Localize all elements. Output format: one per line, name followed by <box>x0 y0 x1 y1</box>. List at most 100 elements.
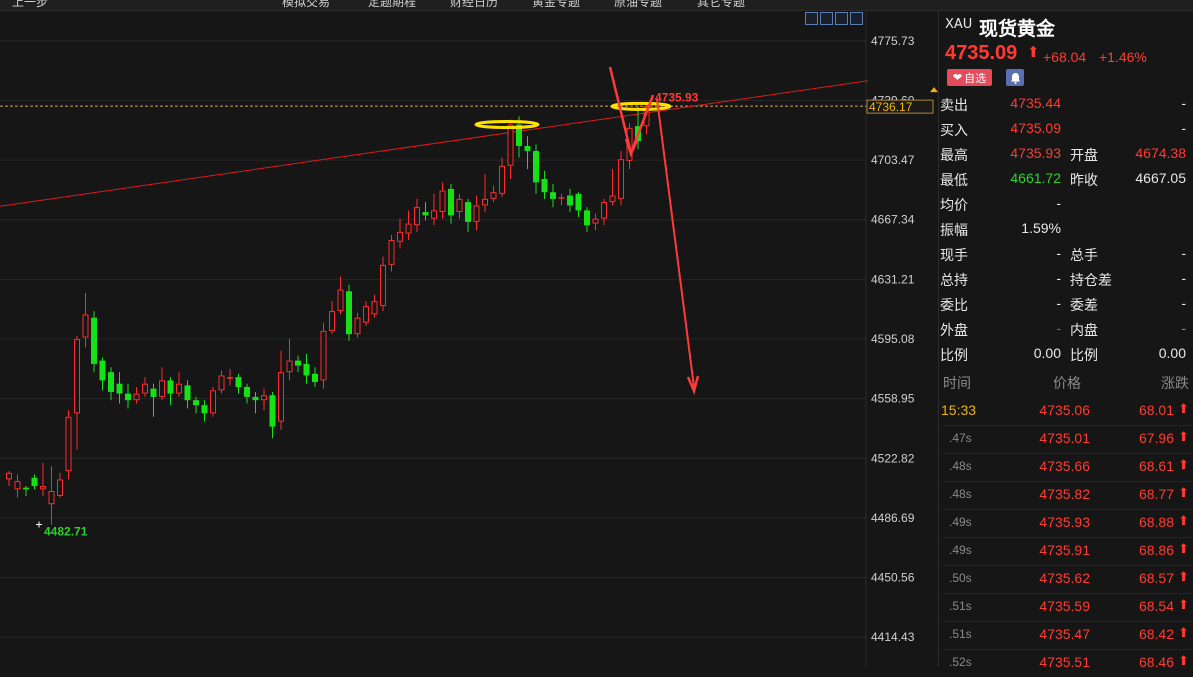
toolbar-item[interactable]: 模拟交易 <box>282 0 330 10</box>
candle-body <box>31 477 38 487</box>
row-divider <box>943 537 1193 538</box>
candle-body <box>303 363 310 376</box>
candle-body <box>91 317 97 364</box>
quote-value: 1.59% <box>1021 220 1061 236</box>
top-toolbar: 上一步 模拟交易 定题期程 财经日历 黄金专题 原油专题 其它专题 <box>0 0 1193 11</box>
chart-canvas[interactable]: 4775.734739.604703.474667.344631.214595.… <box>0 11 938 667</box>
chart-type-icon[interactable] <box>835 12 848 25</box>
tick-row: .51s 4735.47 68.42 ⬆ <box>939 621 1193 649</box>
tick-price: 4735.82 <box>1039 486 1090 502</box>
candle-body <box>312 373 318 383</box>
symbol-code: XAU <box>945 17 973 32</box>
up-arrow-icon: ⬆ <box>1178 457 1189 472</box>
quote-label: 昨收 <box>1070 173 1098 189</box>
alert-bell-button[interactable] <box>1006 69 1024 86</box>
candle-body <box>74 339 80 414</box>
current-price-label: 4736.17 <box>869 100 913 114</box>
candle-body <box>533 150 539 183</box>
candlestick-chart[interactable]: 4775.734739.604703.474667.344631.214595.… <box>0 11 938 667</box>
tick-price: 4735.06 <box>1039 402 1090 418</box>
toolbar-item[interactable]: 原油专题 <box>614 0 662 10</box>
candle-body <box>397 231 403 242</box>
candle-body <box>558 197 565 199</box>
quote-value: - <box>1056 295 1061 311</box>
tick-change: 68.88 <box>1138 514 1174 530</box>
high-price-label: 4735.93 <box>655 91 699 105</box>
tick-change: 68.01 <box>1138 402 1174 418</box>
toolbar-item[interactable]: 定题期程 <box>368 0 416 10</box>
candle-body <box>210 390 216 414</box>
tick-row: .49s 4735.93 68.88 ⬆ <box>939 509 1193 537</box>
candle-body <box>371 301 378 315</box>
row-divider <box>943 453 1193 454</box>
y-axis-label: 4486.69 <box>871 511 915 525</box>
candle-body <box>601 202 607 219</box>
quote-value: 4674.38 <box>1135 145 1186 161</box>
quote-value: - <box>1056 195 1061 211</box>
grid-layout-icon[interactable] <box>820 12 833 25</box>
current-price-marker-icon <box>930 87 938 93</box>
toolbar-item[interactable]: 黄金专题 <box>532 0 580 10</box>
favorite-label: 自选 <box>964 71 987 85</box>
y-axis-label: 4703.47 <box>871 153 915 167</box>
tick-header-time: 时间 <box>943 376 971 392</box>
candle-body <box>465 202 471 222</box>
candle-body <box>550 192 556 199</box>
candle-body <box>40 486 46 490</box>
toolbar-item[interactable]: 财经日历 <box>450 0 498 10</box>
up-arrow-icon: ⬆ <box>1178 429 1189 444</box>
tick-time: 15:33 <box>941 402 977 418</box>
quote-row: 现手 - 总手 - <box>939 241 1193 266</box>
quote-label: 现手 <box>940 248 968 264</box>
quote-value: - <box>1181 95 1186 111</box>
candle-body <box>108 372 114 392</box>
quote-value: - <box>1181 320 1186 336</box>
tick-table-header: 时间 价格 涨跌 <box>939 371 1193 393</box>
candle-body <box>448 188 454 216</box>
toolbar-item[interactable]: 上一步 <box>12 0 48 10</box>
row-divider <box>943 649 1193 650</box>
quote-value: - <box>1181 245 1186 261</box>
add-favorite-button[interactable]: ❤ 自选 <box>947 69 992 86</box>
y-axis-label: 4631.21 <box>871 272 915 286</box>
candle-body <box>261 395 267 401</box>
candle-body <box>524 146 531 151</box>
up-arrow-icon: ⬆ <box>1178 625 1189 640</box>
quote-row: 最低 4661.72 昨收 4667.05 <box>939 166 1193 191</box>
tick-row: .47s 4735.01 67.96 ⬆ <box>939 425 1193 453</box>
y-axis-label: 4558.95 <box>871 392 915 406</box>
tick-row: .49s 4735.91 68.86 ⬆ <box>939 537 1193 565</box>
quote-value: 0.00 <box>1033 345 1061 361</box>
row-divider <box>943 621 1193 622</box>
candle-body <box>269 395 276 427</box>
symbol-name: 现货黄金 <box>979 18 1056 40</box>
quote-row: 买入 4735.09 - <box>939 116 1193 141</box>
fullscreen-icon[interactable] <box>805 12 818 25</box>
toolbar-item[interactable]: 其它专题 <box>697 0 745 10</box>
row-divider <box>943 509 1193 510</box>
candle-body <box>584 210 590 226</box>
indicator-icon[interactable] <box>850 12 863 25</box>
up-arrow-icon: ⬆ <box>1178 569 1189 584</box>
tick-price: 4735.66 <box>1039 458 1090 474</box>
candle-body <box>482 198 488 206</box>
candle-body <box>235 377 242 388</box>
quote-row: 卖出 4735.44 - <box>939 91 1193 116</box>
candle-body <box>99 360 106 381</box>
up-arrow-icon: ⬆ <box>1178 513 1189 528</box>
row-divider <box>943 425 1193 426</box>
quote-row: 委比 - 委差 - <box>939 291 1193 316</box>
tick-time: .49s <box>949 543 972 557</box>
quote-value: - <box>1056 245 1061 261</box>
quote-row: 最高 4735.93 开盘 4674.38 <box>939 141 1193 166</box>
tick-price: 4735.01 <box>1039 430 1090 446</box>
tick-time: .51s <box>949 599 972 613</box>
candle-body <box>125 393 131 401</box>
candle-body <box>286 360 293 373</box>
candle-body <box>295 360 301 366</box>
quote-label: 比例 <box>940 348 968 364</box>
top-highlight-ellipse <box>474 120 540 130</box>
tick-time: .47s <box>949 431 972 445</box>
tick-time: .48s <box>949 487 972 501</box>
tick-time: .51s <box>949 627 972 641</box>
